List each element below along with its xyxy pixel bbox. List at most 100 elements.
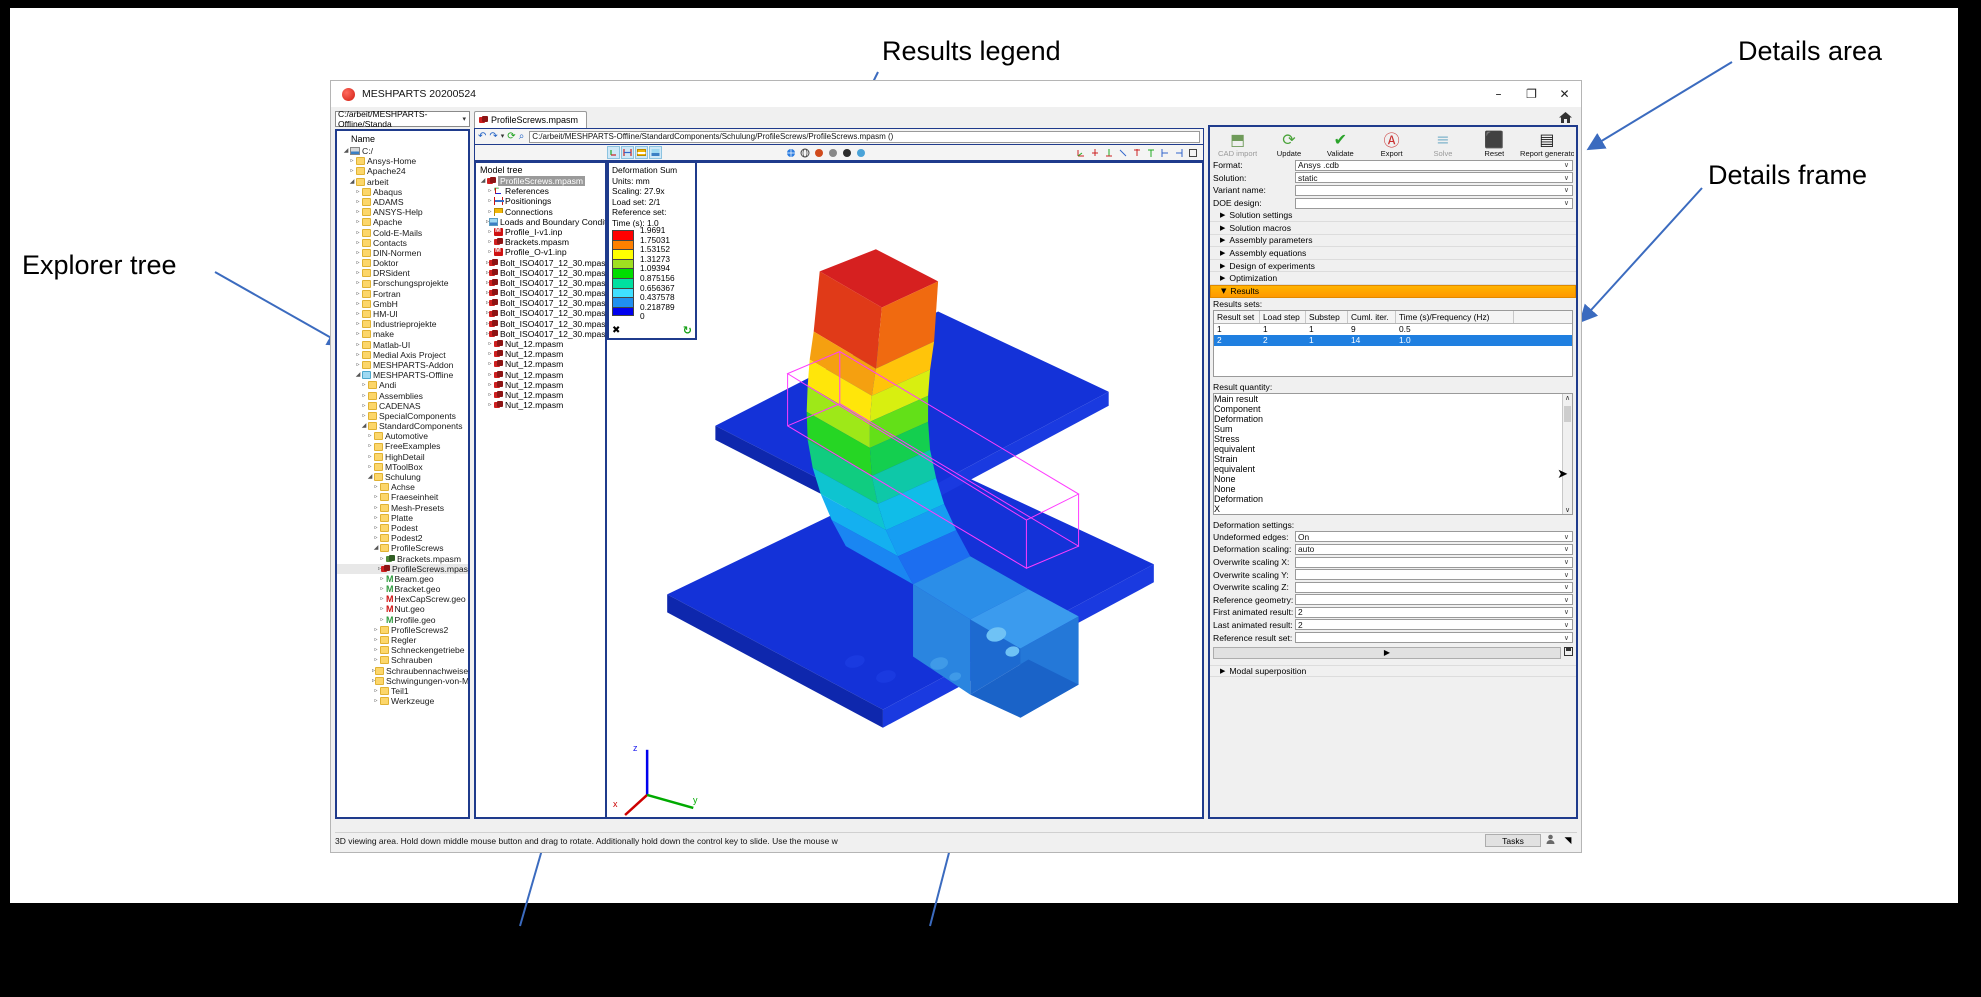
- view-side-icon[interactable]: [1116, 146, 1129, 159]
- validate-button[interactable]: ✔ Validate: [1315, 129, 1366, 159]
- expander-icon[interactable]: ▹: [354, 299, 362, 309]
- section-modal-superposition[interactable]: ▶ Modal superposition: [1210, 664, 1576, 678]
- explorer-tree-item[interactable]: ▹ Schwingungen-von-Ma: [337, 676, 468, 686]
- expander-icon[interactable]: ▹: [360, 380, 368, 390]
- view-back-icon[interactable]: [1130, 146, 1143, 159]
- model-tree-item[interactable]: ▹ Profile_I-v1.inp: [476, 226, 605, 237]
- expander-icon[interactable]: ▹: [378, 604, 386, 614]
- user-icon[interactable]: [1541, 834, 1559, 847]
- report-generator-button[interactable]: ▤ Report generator: [1520, 129, 1574, 159]
- variantname-combobox[interactable]: ∨: [1295, 184, 1573, 196]
- render-mesh-icon[interactable]: [854, 146, 867, 159]
- expander-icon[interactable]: ▹: [378, 574, 386, 584]
- expander-icon[interactable]: ▹: [354, 268, 362, 278]
- explorer-tree-item[interactable]: ▹ MESHPARTS-Addon: [337, 360, 468, 370]
- table-row[interactable]: None None: [1214, 474, 1562, 494]
- expander-icon[interactable]: ▹: [378, 554, 386, 564]
- explorer-tree-item[interactable]: ▹ Podest: [337, 523, 468, 533]
- axes-icon[interactable]: [607, 146, 620, 159]
- table-row[interactable]: Deformation Sum: [1214, 414, 1562, 434]
- explorer-tree-item[interactable]: ▹ M HexCapScrew.geo: [337, 594, 468, 604]
- expander-icon[interactable]: ◢: [342, 146, 350, 156]
- model-tree-item[interactable]: ▹ Bolt_ISO4017_12_30.mpasm: [476, 319, 605, 329]
- connections-icon[interactable]: [635, 146, 648, 159]
- expander-icon[interactable]: ▹: [372, 492, 380, 502]
- table-row[interactable]: Stress equivalent: [1214, 434, 1562, 454]
- expander-icon[interactable]: ▹: [486, 247, 494, 257]
- undeformededges-combobox[interactable]: On ∨: [1295, 531, 1573, 543]
- chevron-down-icon[interactable]: ▾: [501, 133, 505, 140]
- lastanimatedresult-combobox[interactable]: 2 ∨: [1295, 619, 1573, 631]
- sphere-icon[interactable]: [798, 146, 811, 159]
- column-header[interactable]: Substep: [1306, 310, 1348, 323]
- expander-icon[interactable]: ▹: [354, 228, 362, 238]
- expander-icon[interactable]: ▹: [486, 227, 494, 237]
- explorer-tree-item[interactable]: ▹ M Bracket.geo: [337, 584, 468, 594]
- explorer-tree-item[interactable]: ▹ ANSYS-Help: [337, 207, 468, 217]
- expander-icon[interactable]: ▹: [486, 349, 494, 359]
- section-solution-macros[interactable]: ▶ Solution macros: [1210, 222, 1576, 235]
- table-row[interactable]: Deformation X: [1214, 494, 1562, 514]
- overwritescalingz-combobox[interactable]: ∨: [1295, 581, 1573, 593]
- explorer-tree-item[interactable]: ▹ Schneckengetriebe: [337, 645, 468, 655]
- column-header[interactable]: Load step: [1260, 310, 1306, 323]
- view-top-icon[interactable]: [1102, 146, 1115, 159]
- solution-combobox[interactable]: static ∨: [1295, 172, 1573, 184]
- firstanimatedresult-combobox[interactable]: 2 ∨: [1295, 606, 1573, 618]
- explorer-tree-item[interactable]: ▹ Regler: [337, 635, 468, 645]
- explorer-tree-item[interactable]: ▹ Cold-E-Mails: [337, 228, 468, 238]
- explorer-tree-item[interactable]: ▹ Werkzeuge: [337, 696, 468, 706]
- quantity-scrollbar[interactable]: ∧ ∨: [1562, 393, 1572, 514]
- solve-button[interactable]: ≡ Solve: [1417, 129, 1468, 159]
- explorer-tree-item[interactable]: ▹ Assemblies: [337, 391, 468, 401]
- explorer-tree-item[interactable]: ▹ Teil1: [337, 686, 468, 696]
- explorer-tree-item[interactable]: ◢ arbeit: [337, 177, 468, 187]
- expander-icon[interactable]: ▹: [372, 523, 380, 533]
- expander-icon[interactable]: ▹: [354, 329, 362, 339]
- results-sets-table[interactable]: Result set Load step Substep Cuml. iter. Tim…: [1213, 309, 1573, 377]
- resize-grip-icon[interactable]: ◥: [1559, 836, 1577, 846]
- minimize-button[interactable]: –: [1482, 81, 1515, 107]
- explorer-tree[interactable]: Name ◢ C:/ ▹ Ansys-Home ▹ Apache24 ◢ arbeit ▹ Aba…: [335, 129, 470, 819]
- explorer-tree-item[interactable]: ▹ DIN-Normen: [337, 248, 468, 258]
- expander-icon[interactable]: ▹: [372, 635, 380, 645]
- explorer-tree-item[interactable]: ▹ GmbH: [337, 299, 468, 309]
- section-solution-settings[interactable]: ▶ Solution settings: [1210, 209, 1576, 222]
- format-combobox[interactable]: Ansys .cdb ∨: [1295, 159, 1573, 171]
- expander-icon[interactable]: ▹: [354, 248, 362, 258]
- column-header[interactable]: Result set: [1214, 310, 1260, 323]
- expander-icon[interactable]: ▹: [354, 258, 362, 268]
- model-tree-item[interactable]: ▹ Bolt_ISO4017_12_30.mpasm: [476, 308, 605, 318]
- expander-icon[interactable]: ▹: [366, 441, 374, 451]
- explorer-tree-item[interactable]: ▹ Forschungsprojekte: [337, 278, 468, 288]
- explorer-tree-item[interactable]: ▹ Industrieprojekte: [337, 319, 468, 329]
- expander-icon[interactable]: ▹: [486, 400, 494, 410]
- model-tree-item[interactable]: ▹ Profile_O-v1.inp: [476, 246, 605, 257]
- model-tree-item[interactable]: ▹ Nut_12.mpasm: [476, 359, 605, 369]
- home-icon[interactable]: [1555, 109, 1575, 125]
- explorer-tree-item[interactable]: ▹ Matlab-UI: [337, 340, 468, 350]
- expander-icon[interactable]: ▹: [486, 207, 494, 217]
- explorer-tree-item[interactable]: ◢ MESHPARTS-Offline: [337, 370, 468, 380]
- address-input[interactable]: C:/arbeit/MESHPARTS-Offline/StandardComp…: [529, 130, 1200, 143]
- view-fit-icon[interactable]: [1186, 146, 1199, 159]
- model-tree-item[interactable]: ▹ Positionings: [476, 196, 605, 206]
- explorer-tree-item[interactable]: ▹ Fraeseinheit: [337, 492, 468, 502]
- explorer-tree-item[interactable]: ▹ make: [337, 329, 468, 339]
- section-assembly-parameters[interactable]: ▶ Assembly parameters: [1210, 235, 1576, 248]
- explorer-tree-item[interactable]: ▹ HM-UI: [337, 309, 468, 319]
- explorer-tree-item[interactable]: ▹ ProfileScrews2: [337, 625, 468, 635]
- loads-icon[interactable]: [649, 146, 662, 159]
- refresh-icon[interactable]: ↻: [683, 324, 692, 337]
- undo-icon[interactable]: ↶: [478, 131, 486, 142]
- render-shaded-icon[interactable]: [812, 146, 825, 159]
- model-tree-item[interactable]: ▹ Nut_12.mpasm: [476, 339, 605, 349]
- view-right-icon[interactable]: [1172, 146, 1185, 159]
- expander-icon[interactable]: ▹: [378, 594, 386, 604]
- table-row[interactable]: 2 2 1 14 1.0: [1214, 334, 1572, 346]
- model-tree-item[interactable]: ▹ Bolt_ISO4017_12_30.mpasm: [476, 298, 605, 308]
- doedesign-combobox[interactable]: ∨: [1295, 197, 1573, 209]
- scrollbar-thumb[interactable]: [1564, 405, 1571, 422]
- expander-icon[interactable]: ▹: [348, 166, 356, 176]
- explorer-tree-item[interactable]: ◢ ProfileScrews: [337, 543, 468, 553]
